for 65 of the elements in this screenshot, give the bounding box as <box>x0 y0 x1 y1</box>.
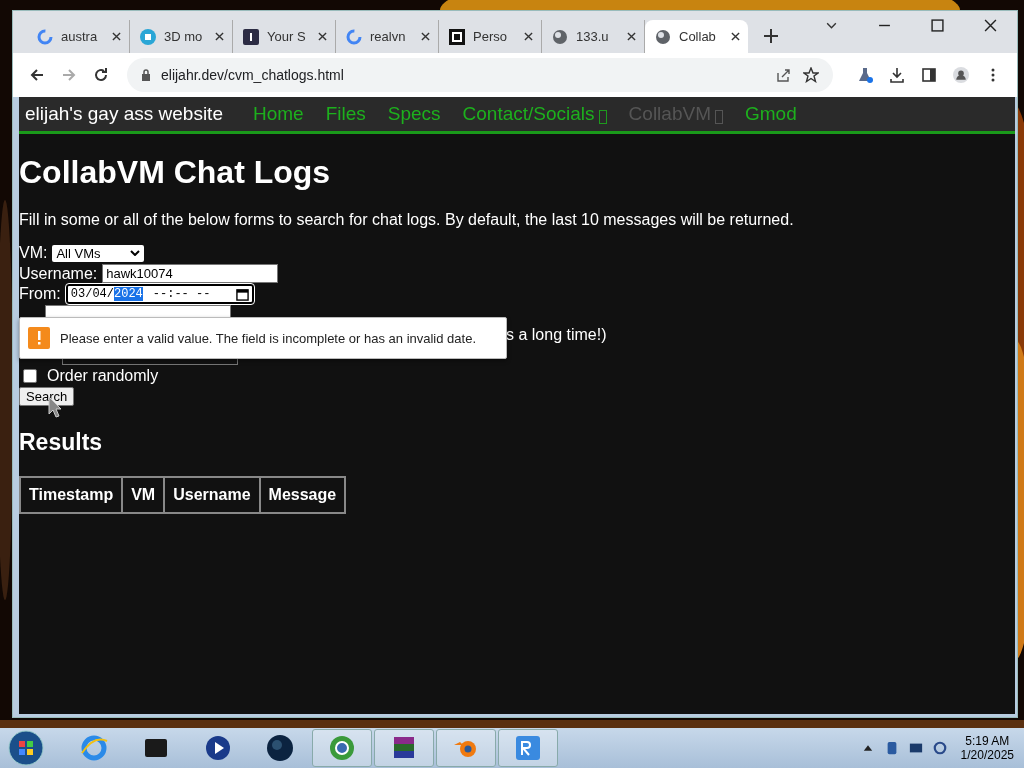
nav-link[interactable]: Specs <box>387 103 441 125</box>
tab-title: Collab <box>679 29 717 44</box>
results-heading: Results <box>19 429 104 456</box>
caret-icon <box>130 250 141 257</box>
site-title[interactable]: elijah's gay ass website <box>25 103 223 125</box>
new-tab-icon[interactable] <box>764 29 778 43</box>
tab-title: 3D mo <box>164 29 204 44</box>
checkbox[interactable] <box>23 369 37 384</box>
globe-icon <box>655 28 671 45</box>
tab-title: realvn <box>370 29 407 44</box>
tab-title: austra <box>61 29 99 44</box>
column-header: VM <box>122 477 165 513</box>
lock-icon <box>141 69 151 81</box>
close-icon[interactable] <box>627 32 636 41</box>
close-icon[interactable] <box>318 32 327 41</box>
taskbar-button[interactable] <box>312 729 372 767</box>
search-button[interactable]: Search <box>19 387 75 407</box>
tooltip-text: Please enter a valid value. The field is incomplete or has an invalid date. <box>60 330 476 346</box>
nav-link[interactable]: Contact/Socials <box>462 103 595 125</box>
google-icon <box>37 28 53 45</box>
close-icon[interactable] <box>112 32 121 41</box>
close-icon[interactable] <box>524 32 533 41</box>
play-icon[interactable] <box>203 733 233 763</box>
page-heading: CollabVM Chat Logs <box>19 154 332 191</box>
tab-title: 133.u <box>576 29 610 44</box>
column-header: Timestamp <box>20 477 123 513</box>
field-label: Username: <box>19 264 98 283</box>
volume-icon[interactable] <box>932 741 947 755</box>
warning-icon <box>28 327 50 349</box>
square-logo-icon <box>449 28 465 45</box>
ring-icon <box>327 733 357 763</box>
taskbar-button[interactable] <box>374 729 434 767</box>
username-field[interactable]: hawk10074 <box>102 264 279 284</box>
date-field[interactable]: 03/04/2024 --:-- -- <box>65 284 254 305</box>
close-icon[interactable] <box>215 32 224 41</box>
intro-text: Fill in some or all of the below forms to search for chat logs. By default, the last 10 messages will be returned. <box>19 211 795 229</box>
network-icon[interactable] <box>908 741 923 755</box>
taskbar-clock[interactable]: 5:19 AM 1/20/2025 <box>960 734 1014 762</box>
vm-dropdown[interactable]: All VMs <box>52 244 145 262</box>
globe-icon[interactable] <box>265 733 295 763</box>
tab-title: Your S <box>267 29 307 44</box>
field-label: From: <box>19 285 61 304</box>
field-label: VM: <box>19 244 48 263</box>
checkbox-label: Order randomly <box>47 367 159 386</box>
start-button[interactable] <box>8 730 44 766</box>
address-bar[interactable]: elijahr.dev/cvm_chatlogs.html <box>127 58 833 92</box>
close-icon[interactable] <box>984 19 997 32</box>
close-icon[interactable] <box>731 32 740 41</box>
nav-link[interactable]: Gmod <box>744 103 797 125</box>
browser-tab[interactable]: Collab <box>645 20 748 53</box>
taskbar-button[interactable] <box>498 729 558 767</box>
column-header: Message <box>259 477 346 513</box>
nav-link[interactable]: Files <box>325 103 366 125</box>
note-text: s a long time!) <box>506 326 607 345</box>
maximize-icon[interactable] <box>931 19 944 32</box>
globe-icon <box>552 28 568 45</box>
number-icon <box>243 28 259 45</box>
tab-title: Perso <box>473 29 508 44</box>
column-header: Username <box>164 477 260 513</box>
calendar-icon <box>235 287 249 301</box>
cube-icon <box>140 28 156 45</box>
letter-r-icon <box>513 733 543 763</box>
close-icon[interactable] <box>421 32 430 41</box>
google-icon <box>346 28 362 45</box>
nav-link[interactable]: Home <box>252 103 304 125</box>
